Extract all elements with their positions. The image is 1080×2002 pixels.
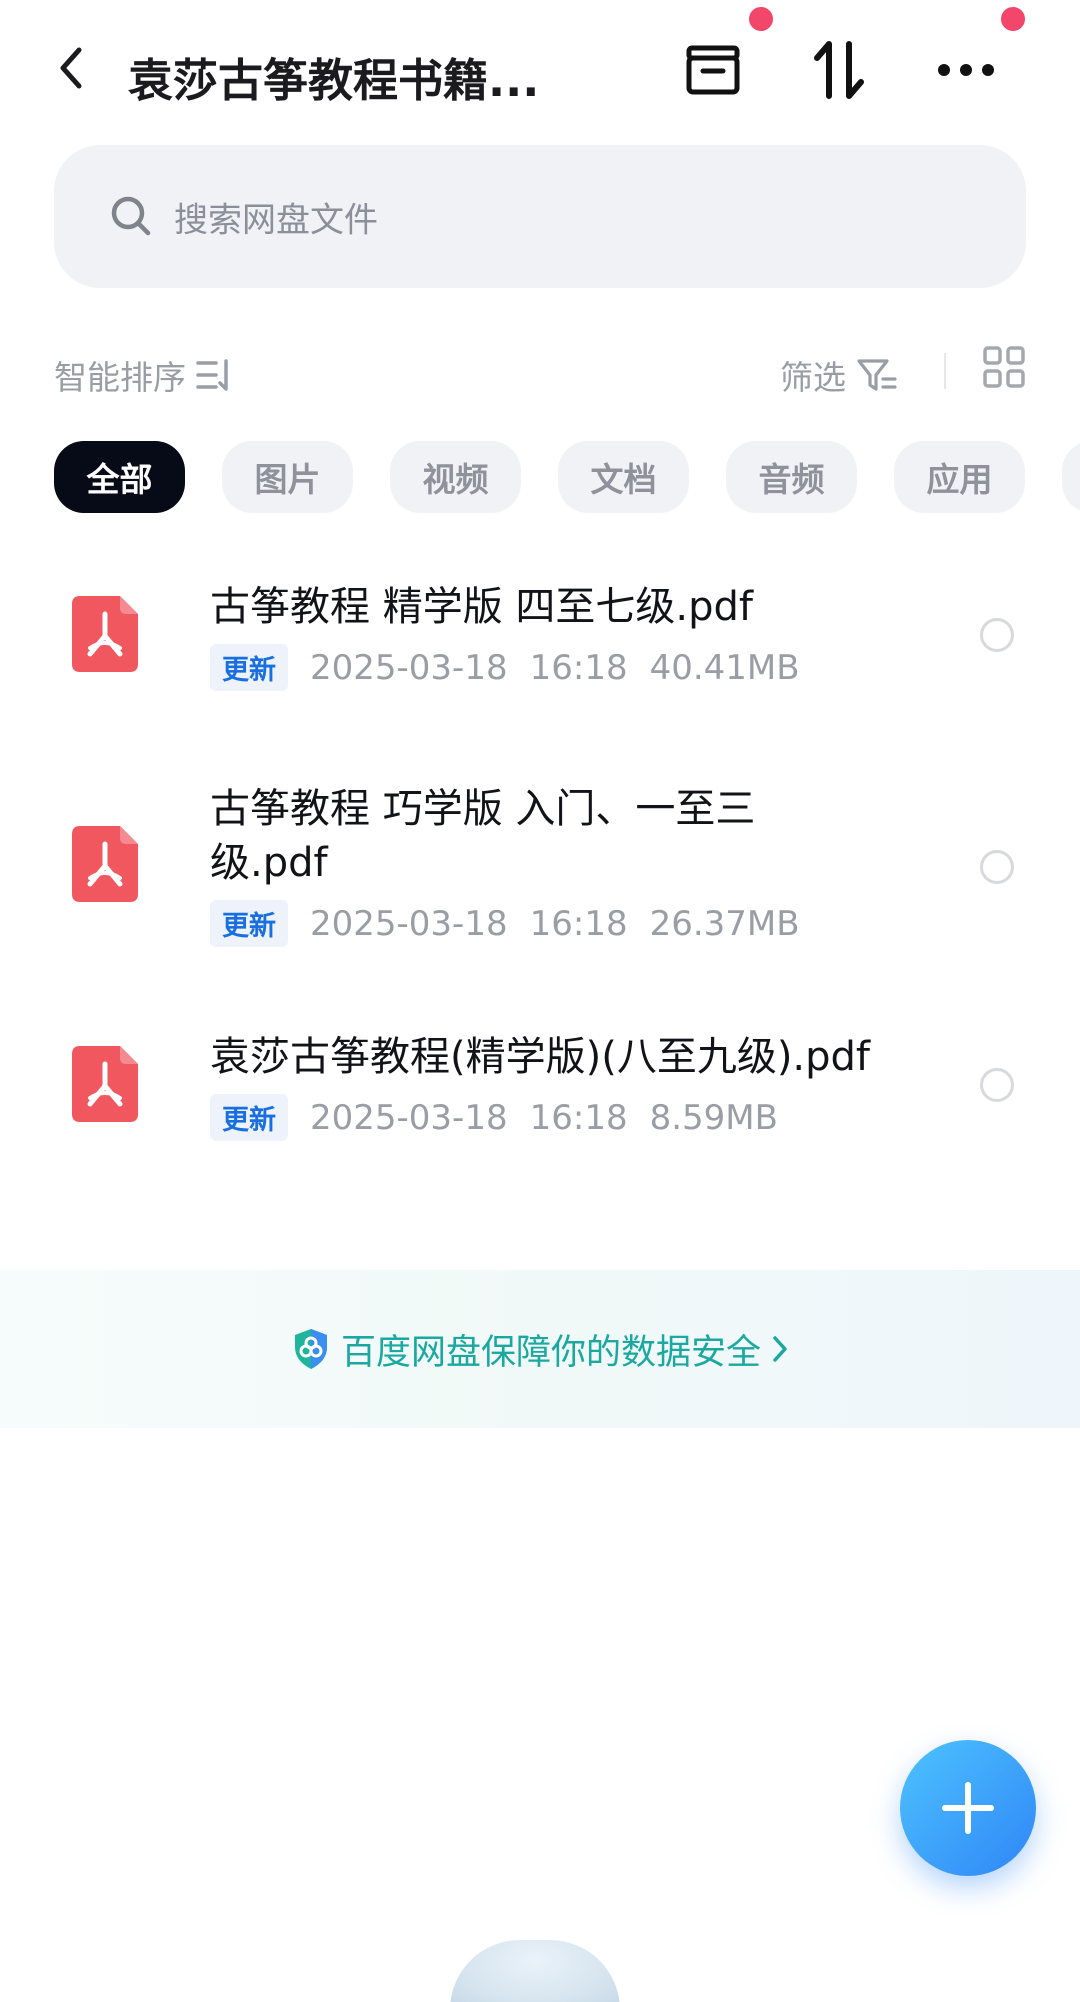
notification-dot <box>749 7 773 31</box>
sort-button[interactable]: 智能排序 <box>54 351 234 399</box>
file-meta: 更新 2025-03-18 16:18 8.59MB <box>210 1094 778 1141</box>
search-placeholder: 搜索网盘文件 <box>174 200 378 240</box>
filter-icon <box>857 359 897 391</box>
archive-box-icon <box>686 45 740 95</box>
file-date: 2025-03-18 <box>310 1097 508 1138</box>
filter-label: 筛选 <box>780 358 846 397</box>
tab-images[interactable]: 图片 <box>222 441 353 513</box>
sort-list-icon <box>196 359 228 391</box>
page-title: 袁莎古筝教程书籍... <box>128 54 540 107</box>
grid-view-icon <box>983 346 1025 388</box>
file-name: 古筝教程 精学版 四至七级.pdf <box>210 584 754 630</box>
tab-documents[interactable]: 文档 <box>558 441 689 513</box>
search-input[interactable]: 搜索网盘文件 <box>54 145 1026 288</box>
file-row[interactable]: 袁莎古筝教程(精学版)(八至九级).pdf 更新 2025-03-18 16:1… <box>0 1010 1080 1180</box>
update-badge: 更新 <box>210 900 288 947</box>
tab-audio[interactable]: 音频 <box>726 441 857 513</box>
search-icon <box>111 196 151 236</box>
tab-videos[interactable]: 视频 <box>390 441 521 513</box>
grid-view-button[interactable] <box>982 345 1026 389</box>
file-row[interactable]: 古筝教程 巧学版 入门、一至三级.pdf 更新 2025-03-18 16:18… <box>0 776 1080 976</box>
add-button[interactable] <box>900 1740 1036 1876</box>
select-radio[interactable] <box>980 1068 1014 1102</box>
pdf-file-icon <box>72 826 138 902</box>
sort-transfer-button[interactable] <box>803 34 875 106</box>
more-icon <box>938 64 994 76</box>
file-meta: 更新 2025-03-18 16:18 26.37MB <box>210 900 800 947</box>
file-size: 40.41MB <box>649 647 800 688</box>
tab-apps[interactable]: 应用 <box>894 441 1025 513</box>
back-button[interactable] <box>48 40 92 96</box>
file-row[interactable]: 古筝教程 精学版 四至七级.pdf 更新 2025-03-18 16:18 40… <box>0 560 1080 740</box>
category-tabs: 全部 图片 视频 文档 音频 应用 <box>54 441 1080 515</box>
update-badge: 更新 <box>210 1094 288 1141</box>
file-meta: 更新 2025-03-18 16:18 40.41MB <box>210 644 800 691</box>
file-size: 26.37MB <box>649 903 800 944</box>
file-time: 16:18 <box>529 647 628 688</box>
file-name: 古筝教程 巧学版 入门、一至三级.pdf <box>210 786 756 886</box>
sort-transfer-icon <box>814 41 864 99</box>
pdf-file-icon <box>72 596 138 672</box>
shield-icon <box>294 1329 327 1369</box>
security-banner-text: 百度网盘保障你的数据安全 <box>340 1332 761 1373</box>
update-badge: 更新 <box>210 644 288 691</box>
file-time: 16:18 <box>529 903 628 944</box>
notification-dot <box>1001 7 1025 31</box>
chevron-right-icon <box>773 1336 787 1362</box>
archive-button[interactable] <box>677 34 749 106</box>
security-banner[interactable]: 百度网盘保障你的数据安全 <box>0 1270 1080 1428</box>
back-icon <box>60 47 82 89</box>
plus-icon <box>942 1782 994 1834</box>
top-bar: 袁莎古筝教程书籍... <box>0 0 1080 140</box>
filter-button[interactable]: 筛选 <box>780 351 898 399</box>
tab-more-partial[interactable] <box>1062 441 1080 513</box>
divider <box>944 353 946 389</box>
file-date: 2025-03-18 <box>310 903 508 944</box>
tab-all[interactable]: 全部 <box>54 441 185 513</box>
mascot-illustration <box>450 1940 620 2002</box>
select-radio[interactable] <box>980 618 1014 652</box>
file-size: 8.59MB <box>649 1097 778 1138</box>
file-name: 袁莎古筝教程(精学版)(八至九级).pdf <box>210 1034 870 1080</box>
sort-label: 智能排序 <box>54 358 186 397</box>
file-date: 2025-03-18 <box>310 647 508 688</box>
pdf-file-icon <box>72 1046 138 1122</box>
select-radio[interactable] <box>980 850 1014 884</box>
sort-filter-bar: 智能排序 筛选 <box>54 345 1026 397</box>
more-button[interactable] <box>930 34 1002 106</box>
file-time: 16:18 <box>529 1097 628 1138</box>
